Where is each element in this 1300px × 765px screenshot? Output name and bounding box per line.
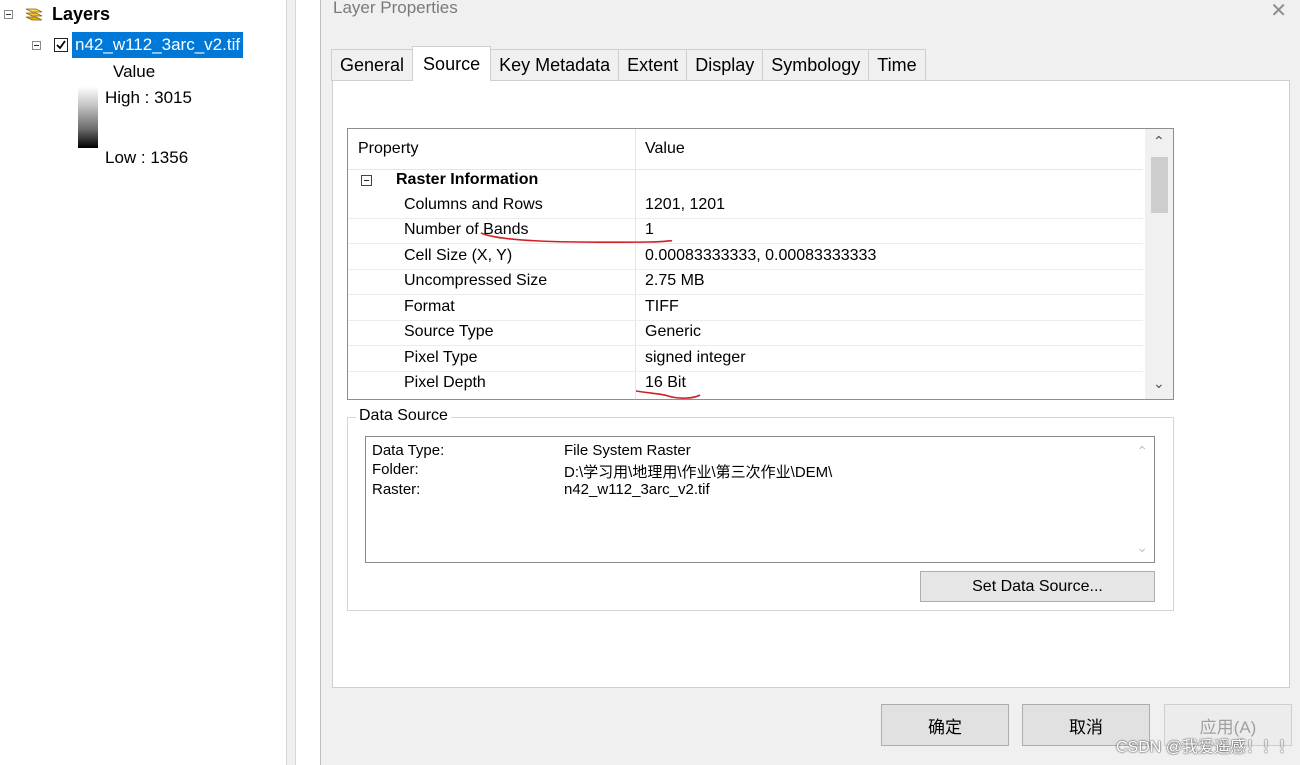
tab-panel-source: Property Value Raster Information Column… (332, 80, 1290, 688)
grid-scrollbar[interactable]: ⌃ ⌄ (1145, 129, 1173, 399)
close-icon[interactable]: ✕ (1270, 0, 1287, 23)
group-title: Raster Information (396, 171, 539, 188)
layer-name-selected[interactable]: n42_w112_3arc_v2.tif (72, 32, 244, 58)
property-value: 16 Bit (645, 374, 686, 391)
collapse-icon[interactable] (4, 9, 13, 19)
data-source-group: Data Source Data Type: File System Raste… (347, 407, 1174, 611)
column-header-value[interactable]: Value (645, 140, 685, 158)
property-value: 0.00083333333, 0.00083333333 (645, 247, 877, 264)
property-grid[interactable]: Property Value Raster Information Column… (347, 128, 1174, 400)
table-of-contents: Layers n42_w112_3arc_v2.tif Value High :… (0, 0, 286, 765)
layer-properties-dialog: Layer Properties ✕ General Source Key Me… (320, 0, 1300, 765)
collapse-icon[interactable] (32, 40, 41, 50)
ds-value-folder: D:\学习用\地理用\作业\第三次作业\DEM\ (564, 464, 833, 481)
ds-label-folder: Folder: (372, 461, 419, 478)
ds-label-raster: Raster: (372, 481, 421, 498)
table-row[interactable]: Pixel Type signed integer (348, 346, 1143, 372)
property-value: TIFF (645, 298, 679, 315)
property-value: 1201, 1201 (645, 196, 726, 213)
layer-visibility-checkbox[interactable] (54, 38, 68, 52)
property-value: Generic (645, 323, 702, 340)
table-row[interactable]: Pixel Depth 16 Bit (348, 371, 1143, 396)
property-key: Pixel Depth (404, 374, 486, 391)
tab-general[interactable]: General (331, 49, 414, 81)
background-strip (296, 0, 320, 765)
scrollbar-thumb[interactable] (1151, 157, 1168, 213)
checkmark-icon (56, 40, 66, 50)
set-data-source-button[interactable]: Set Data Source... (920, 571, 1155, 602)
color-ramp-swatch[interactable] (78, 86, 98, 148)
grid-header: Property Value (348, 129, 1143, 170)
table-row[interactable]: Columns and Rows 1201, 1201 (348, 193, 1143, 219)
tab-time[interactable]: Time (868, 49, 926, 81)
property-value: 1 (645, 221, 654, 238)
legend-low-label: Low : 1356 (105, 148, 189, 167)
scroll-down-icon[interactable]: ⌄ (1136, 539, 1148, 556)
layers-title: Layers (52, 3, 111, 24)
pane-splitter[interactable] (286, 0, 296, 765)
dialog-title: Layer Properties (333, 0, 458, 17)
tab-symbology[interactable]: Symbology (762, 49, 870, 81)
property-key: Number of Bands (404, 221, 529, 238)
layers-stack-icon (25, 8, 43, 21)
property-key: Pixel Type (404, 349, 478, 366)
ds-value-type: File System Raster (564, 442, 691, 459)
scroll-down-icon[interactable]: ⌄ (1153, 375, 1165, 392)
collapse-icon[interactable] (361, 175, 372, 186)
ok-button[interactable]: 确定 (881, 704, 1009, 746)
legend-heading: Value (113, 62, 156, 81)
table-row[interactable]: Uncompressed Size 2.75 MB (348, 269, 1143, 295)
column-header-property[interactable]: Property (358, 140, 418, 158)
legend-high-label: High : 3015 (105, 88, 192, 107)
property-key: Cell Size (X, Y) (404, 247, 513, 264)
table-row[interactable]: Format TIFF (348, 295, 1143, 321)
property-key: Uncompressed Size (404, 272, 548, 289)
data-source-textbox[interactable]: Data Type: File System Raster Folder: D:… (365, 436, 1155, 563)
tab-key-metadata[interactable]: Key Metadata (490, 49, 620, 81)
property-key: Format (404, 298, 455, 315)
watermark-text: CSDN @我爱遥感！！！ (1115, 739, 1294, 756)
ds-value-raster: n42_w112_3arc_v2.tif (564, 481, 710, 498)
property-value: 2.75 MB (645, 272, 705, 289)
property-value: signed integer (645, 349, 746, 366)
table-row[interactable]: Cell Size (X, Y) 0.00083333333, 0.000833… (348, 244, 1143, 270)
tab-display[interactable]: Display (686, 49, 764, 81)
property-key: Source Type (404, 323, 494, 340)
scroll-up-icon[interactable]: ⌃ (1153, 133, 1165, 150)
property-key: Columns and Rows (404, 196, 543, 213)
tab-strip: General Source Key Metadata Extent Displ… (331, 46, 926, 81)
data-source-legend: Data Source (356, 407, 451, 425)
layers-root-row[interactable]: Layers (4, 4, 110, 24)
table-row[interactable]: Source Type Generic (348, 320, 1143, 346)
tab-source[interactable]: Source (412, 46, 492, 81)
ds-label-type: Data Type: (372, 442, 445, 459)
group-row-raster-information[interactable]: Raster Information (348, 169, 1143, 193)
layer-row[interactable]: n42_w112_3arc_v2.tif (32, 32, 244, 58)
table-row[interactable]: Number of Bands 1 (348, 218, 1143, 244)
tab-extent[interactable]: Extent (618, 49, 688, 81)
scroll-up-icon[interactable]: ⌃ (1136, 443, 1148, 460)
